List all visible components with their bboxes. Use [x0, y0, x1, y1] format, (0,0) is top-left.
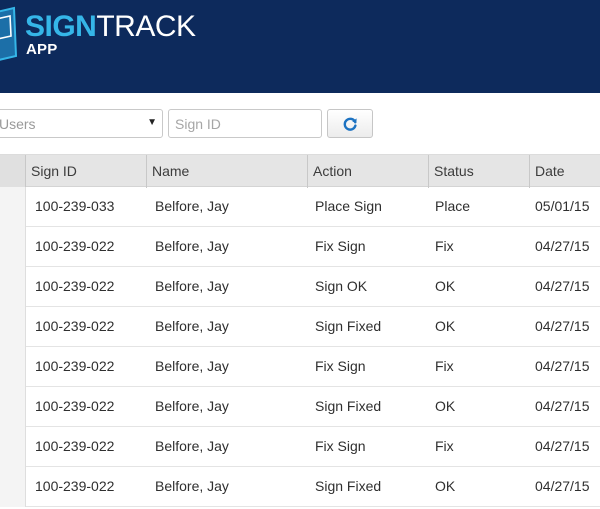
action-cell: Sign Fixed: [315, 318, 382, 334]
name-cell: Belfore, Jay: [155, 198, 229, 214]
sign-logo-icon: [0, 6, 18, 61]
column-header-date[interactable]: Date: [529, 155, 600, 188]
caret-down-icon: ▼: [147, 117, 157, 128]
status-cell: OK: [435, 278, 456, 294]
sign-id-cell: 100-239-022: [35, 398, 115, 414]
sign-id-input[interactable]: [168, 109, 322, 138]
sign-id-cell: 100-239-033: [35, 198, 115, 214]
action-cell: Sign OK: [315, 278, 368, 294]
column-header-name[interactable]: Name: [146, 155, 307, 188]
name-cell: Belfore, Jay: [155, 318, 229, 334]
row-gutter: [0, 387, 26, 427]
name-cell: Belfore, Jay: [155, 438, 229, 454]
action-cell: Sign Fixed: [315, 398, 382, 414]
action-cell: Place Sign: [315, 198, 382, 214]
brand-track-text: TRACK: [96, 10, 196, 43]
table-row[interactable]: 100-239-022 Belfore, Jay Sign Fixed OK 04/27…: [0, 467, 600, 507]
sign-id-cell: 100-239-022: [35, 318, 115, 334]
sign-id-cell: 100-239-022: [35, 478, 115, 494]
date-cell: 04/27/15: [535, 358, 590, 374]
table-row[interactable]: 100-239-022 Belfore, Jay Fix Sign Fix 04/27/…: [0, 427, 600, 467]
table-row[interactable]: 100-239-022 Belfore, Jay Fix Sign Fix 04/27/…: [0, 347, 600, 387]
action-cell: Fix Sign: [315, 238, 366, 254]
date-cell: 04/27/15: [535, 438, 590, 454]
users-select-value: Users: [0, 116, 36, 132]
row-gutter: [0, 187, 26, 227]
name-cell: Belfore, Jay: [155, 358, 229, 374]
date-cell: 05/01/15: [535, 198, 590, 214]
date-cell: 04/27/15: [535, 478, 590, 494]
column-header-sign-id[interactable]: Sign ID: [25, 155, 146, 188]
brand-sub-text: APP: [26, 41, 58, 58]
app-header: SIGNTRACK APP: [0, 0, 600, 93]
table-row[interactable]: 100-239-022 Belfore, Jay Sign OK OK 04/27/15: [0, 267, 600, 307]
date-cell: 04/27/15: [535, 238, 590, 254]
sign-id-cell: 100-239-022: [35, 238, 115, 254]
status-cell: OK: [435, 398, 456, 414]
action-cell: Sign Fixed: [315, 478, 382, 494]
status-cell: OK: [435, 318, 456, 334]
users-select[interactable]: Users ▼: [0, 109, 163, 138]
table-row[interactable]: 100-239-022 Belfore, Jay Sign Fixed OK 04/27…: [0, 307, 600, 347]
status-cell: Fix: [435, 438, 454, 454]
column-header-action[interactable]: Action: [307, 155, 428, 188]
refresh-icon: [343, 117, 357, 131]
status-cell: Fix: [435, 238, 454, 254]
table-header: Sign ID Name Action Status Date: [0, 154, 600, 188]
row-gutter: [0, 307, 26, 347]
action-cell: Fix Sign: [315, 358, 366, 374]
status-cell: Place: [435, 198, 471, 214]
brand-sign-text: SIGN: [25, 10, 97, 43]
row-gutter: [0, 467, 26, 507]
activity-table: Sign ID Name Action Status Date 100-239-…: [0, 154, 600, 507]
row-gutter: [0, 227, 26, 267]
row-gutter: [0, 427, 26, 467]
sign-id-cell: 100-239-022: [35, 358, 115, 374]
sign-id-cell: 100-239-022: [35, 438, 115, 454]
action-cell: Fix Sign: [315, 438, 366, 454]
name-cell: Belfore, Jay: [155, 278, 229, 294]
sign-id-cell: 100-239-022: [35, 278, 115, 294]
row-gutter: [0, 347, 26, 387]
name-cell: Belfore, Jay: [155, 398, 229, 414]
table-row[interactable]: 100-239-022 Belfore, Jay Sign Fixed OK 04/27…: [0, 387, 600, 427]
name-cell: Belfore, Jay: [155, 478, 229, 494]
row-gutter-header: [0, 155, 26, 188]
column-header-status[interactable]: Status: [428, 155, 529, 188]
table-row[interactable]: 100-239-033 Belfore, Jay Place Sign Place 05…: [0, 187, 600, 227]
name-cell: Belfore, Jay: [155, 238, 229, 254]
table-row[interactable]: 100-239-022 Belfore, Jay Fix Sign Fix 04/27/…: [0, 227, 600, 267]
date-cell: 04/27/15: [535, 318, 590, 334]
date-cell: 04/27/15: [535, 278, 590, 294]
refresh-button[interactable]: [327, 109, 373, 138]
date-cell: 04/27/15: [535, 398, 590, 414]
row-gutter: [0, 267, 26, 307]
status-cell: OK: [435, 478, 456, 494]
app-brand: SIGNTRACK APP: [25, 10, 196, 58]
status-cell: Fix: [435, 358, 454, 374]
table-body: 100-239-033 Belfore, Jay Place Sign Place 05…: [0, 187, 600, 507]
